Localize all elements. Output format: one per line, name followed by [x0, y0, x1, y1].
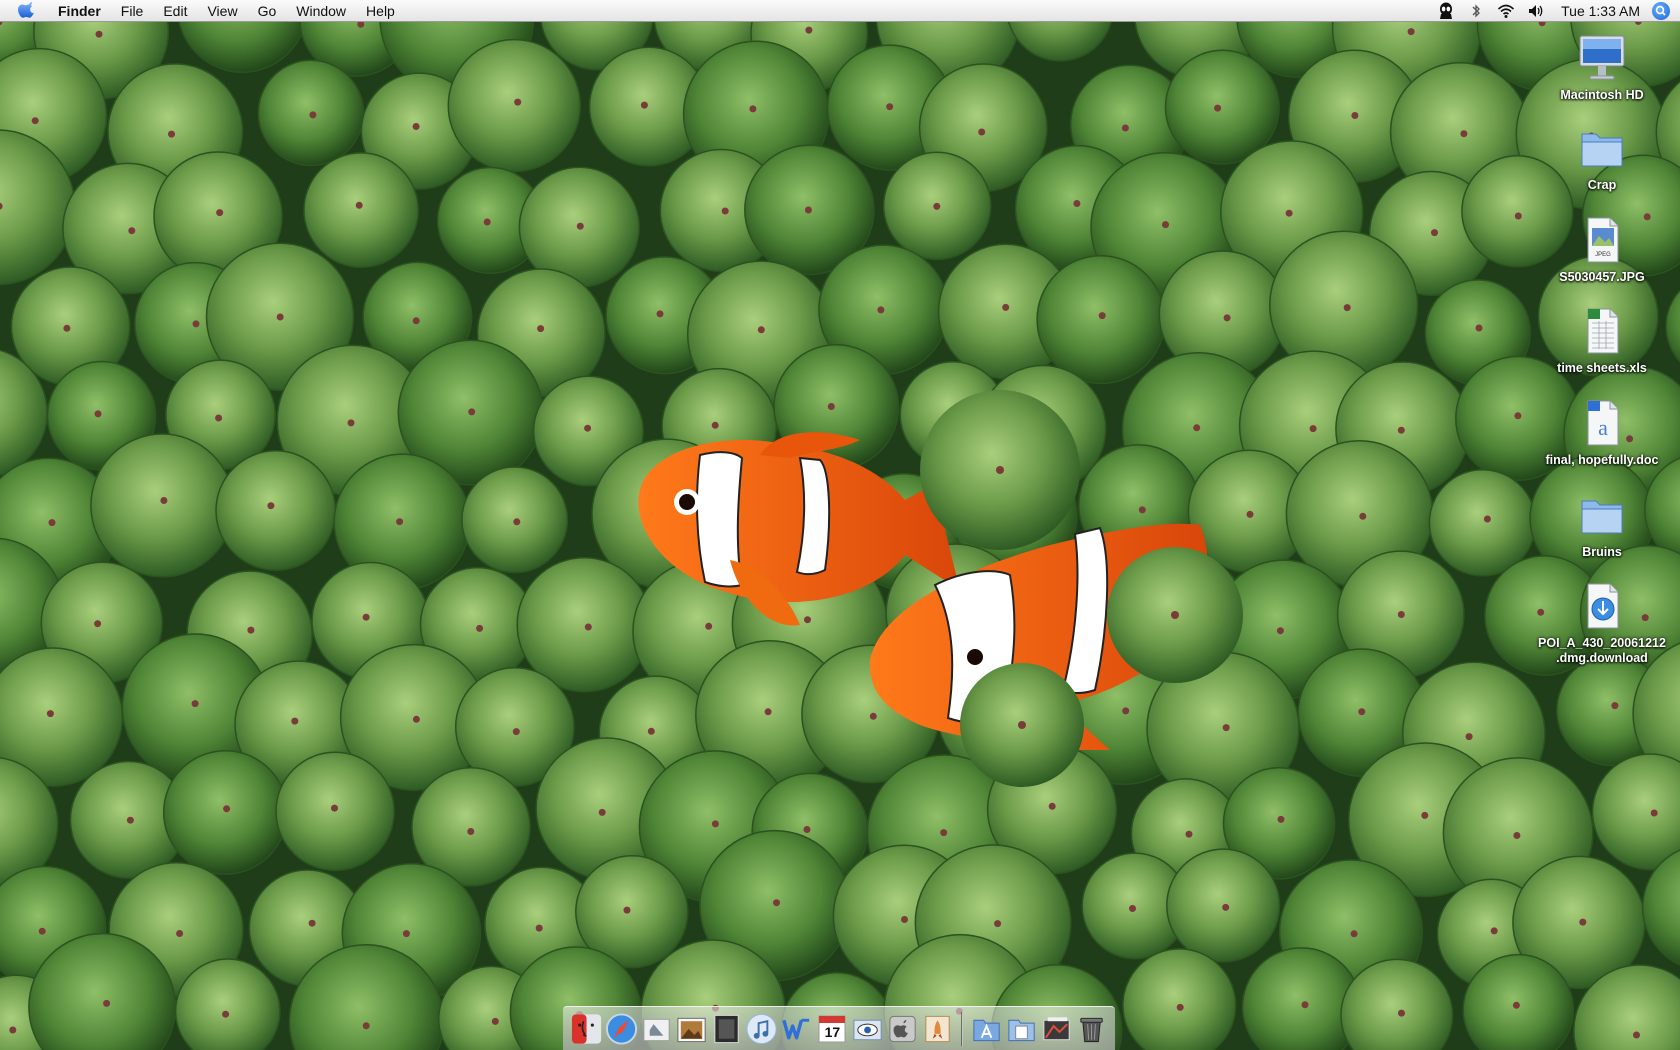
documents-folder-icon[interactable] — [1005, 1012, 1038, 1046]
menu-help[interactable]: Help — [356, 0, 405, 22]
word-app-icon[interactable] — [780, 1012, 813, 1046]
menu-extras: Tue 1:33 AM — [1431, 0, 1680, 22]
desktop-icon-label: time sheets.xls — [1557, 361, 1647, 375]
desktop-icon-label: Bruins — [1582, 545, 1622, 559]
desktop-icon-poi-dmg-download[interactable]: POI_A_430_20061212 .dmg.download — [1527, 578, 1677, 667]
download-file-icon — [1587, 583, 1619, 629]
applications-folder-icon[interactable] — [970, 1012, 1003, 1046]
desktop-icon-label: Crap — [1587, 178, 1617, 192]
safari-compass-icon[interactable] — [605, 1012, 638, 1046]
menu-view[interactable]: View — [197, 0, 247, 22]
svg-text:JPEG: JPEG — [1595, 252, 1611, 258]
hard-drive-icon — [1579, 35, 1625, 80]
desktop-icon-bruins-folder[interactable]: Bruins — [1527, 487, 1677, 561]
photo-frame-icon[interactable] — [710, 1012, 743, 1046]
folder-icon — [1581, 133, 1623, 167]
iphoto-icon[interactable] — [675, 1012, 708, 1046]
desktop-icon-label: Macintosh HD — [1560, 88, 1644, 102]
menu-file[interactable]: File — [111, 0, 154, 22]
desktop: Finder File Edit View Go Window Help Tue… — [0, 0, 1680, 1050]
excel-file-icon — [1587, 308, 1619, 354]
dock: 17 — [563, 1006, 1115, 1050]
itunes-icon[interactable] — [745, 1012, 778, 1046]
desktop-icon-label: POI_A_430_20061212 .dmg.download — [1538, 636, 1666, 665]
menu-edit[interactable]: Edit — [153, 0, 197, 22]
growl-alien-icon[interactable] — [1437, 2, 1455, 20]
rocket-app-icon[interactable] — [921, 1012, 954, 1046]
mail-stamp-icon[interactable] — [640, 1012, 673, 1046]
bluetooth-icon[interactable] — [1467, 2, 1485, 20]
word-file-icon: a — [1587, 400, 1619, 446]
desktop-icon-s5030457-jpg[interactable]: JPEG S5030457.JPG — [1527, 212, 1677, 286]
menu-clock[interactable]: Tue 1:33 AM — [1561, 3, 1640, 19]
downloads-stack-icon[interactable] — [1040, 1012, 1073, 1046]
desktop-icon-final-hopefully-doc[interactable]: a final, hopefully.doc — [1527, 395, 1677, 469]
menu-bar: Finder File Edit View Go Window Help Tue… — [0, 0, 1680, 22]
jpeg-file-icon: JPEG — [1587, 217, 1619, 263]
preview-eye-icon[interactable] — [851, 1012, 884, 1046]
desktop-icon-time-sheets-xls[interactable]: time sheets.xls — [1527, 303, 1677, 377]
trash-can-icon[interactable] — [1075, 1012, 1108, 1046]
folder-icon — [1581, 500, 1623, 534]
svg-text:a: a — [1598, 415, 1608, 440]
finder-face-icon[interactable] — [570, 1012, 603, 1046]
apple-logo-icon[interactable] — [18, 1, 36, 20]
menu-window[interactable]: Window — [286, 0, 356, 22]
wallpaper-image — [0, 0, 1680, 1050]
menu-go[interactable]: Go — [248, 0, 287, 22]
desktop-icon-macintosh-hd[interactable]: Macintosh HD — [1527, 30, 1677, 104]
desktop-icon-label: final, hopefully.doc — [1545, 453, 1659, 467]
desktop-icon-crap-folder[interactable]: Crap — [1527, 120, 1677, 194]
wifi-icon[interactable] — [1497, 2, 1515, 20]
dock-separator — [960, 1012, 963, 1046]
desktop-icon-label: S5030457.JPG — [1559, 270, 1645, 284]
spotlight-icon[interactable] — [1652, 1, 1670, 20]
ical-date-badge: 17 — [824, 1024, 841, 1040]
ical-calendar-icon[interactable]: 17 — [815, 1012, 848, 1046]
menu-finder[interactable]: Finder — [48, 0, 111, 22]
system-prefs-apple-icon[interactable] — [886, 1012, 919, 1046]
volume-icon[interactable] — [1527, 2, 1545, 20]
